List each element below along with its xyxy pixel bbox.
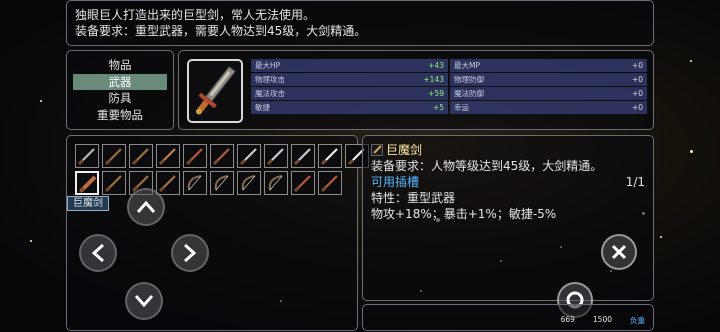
chevron-up-icon <box>136 200 156 213</box>
stat-physical-attack: 物理攻击 +143 <box>251 73 448 86</box>
bow-icon <box>241 175 256 191</box>
inventory-slot[interactable] <box>237 171 261 195</box>
inventory-slot[interactable] <box>183 144 207 168</box>
inventory-slot[interactable] <box>318 144 342 168</box>
stats-table: 最大HP +43 最大MP +0 物理攻击 +143 物理防御 +0 魔法攻击 +59 魔… <box>251 59 649 115</box>
item-detail-panel: 巨魔剑 装备要求：人物等级达到45级，大剑精通。 可用插槽 1/1 特性：重型武… <box>362 135 654 318</box>
chevron-left-icon <box>91 243 104 263</box>
inventory-slot[interactable] <box>75 144 99 168</box>
great-sword-icon <box>78 175 97 194</box>
slots-label: 可用插槽 <box>371 175 420 189</box>
item-requirement: 装备要求：人物等级达到45级，大剑精通。 <box>371 159 603 173</box>
stat-max-hp: 最大HP +43 <box>251 59 448 72</box>
inventory-slot[interactable] <box>237 144 261 168</box>
inventory-slot[interactable] <box>156 171 180 195</box>
stat-magic-attack: 魔法攻击 +59 <box>251 87 448 100</box>
dpad-down-button[interactable] <box>125 282 163 320</box>
dpad-left-button[interactable] <box>79 234 117 272</box>
stats-row: 最大HP +43 最大MP +0 <box>251 59 649 72</box>
category-menu: 物品 武器 防具 重要物品 <box>66 50 174 130</box>
white-sword-icon <box>320 148 338 166</box>
inventory-slot[interactable] <box>183 171 207 195</box>
weight-label: 负重 <box>630 316 645 325</box>
item-name: 巨魔剑 <box>386 143 423 157</box>
steel-sword-icon <box>293 148 311 166</box>
long-spear-icon <box>104 175 122 193</box>
inventory-slot[interactable] <box>102 171 126 195</box>
category-items[interactable]: 物品 <box>73 57 167 74</box>
dpad-up-button[interactable] <box>127 188 165 226</box>
inventory-slot[interactable] <box>318 171 342 195</box>
inventory-slot[interactable] <box>210 144 234 168</box>
description-line-1: 独眼巨人打造出来的巨型剑，常人无法使用。 <box>75 8 316 22</box>
category-key-items[interactable]: 重要物品 <box>73 107 167 124</box>
stats-row: 敏捷 +5 幸运 +0 <box>251 101 649 114</box>
inventory-slot[interactable] <box>291 144 315 168</box>
red-sword-icon <box>320 175 338 193</box>
inventory-slot[interactable] <box>210 171 234 195</box>
category-weapons[interactable]: 武器 <box>73 73 167 90</box>
chevron-right-icon <box>184 243 197 263</box>
steel-sword-icon <box>239 148 257 166</box>
item-slots-row: 可用插槽 1/1 <box>371 174 645 190</box>
item-effects: 物攻+18%；暴击+1%；敏捷-5% <box>371 207 557 221</box>
slots-count: 1/1 <box>625 175 645 189</box>
dpad-right-button[interactable] <box>171 234 209 272</box>
item-description-panel: 独眼巨人打造出来的巨型剑，常人无法使用。 装备要求：重型武器，需要人物达到45级… <box>66 0 654 46</box>
bow-icon <box>268 175 283 191</box>
red-sword-icon <box>212 148 230 166</box>
category-armor[interactable]: 防具 <box>73 90 167 107</box>
inventory-slot[interactable] <box>264 171 288 195</box>
inventory-slot[interactable] <box>129 144 153 168</box>
long-spear-icon <box>158 175 176 193</box>
long-spear-icon <box>131 148 149 166</box>
stat-magic-defense: 魔法防御 +0 <box>450 87 647 100</box>
great-sword-icon <box>195 65 237 115</box>
weight-current: 669 <box>560 315 575 324</box>
stat-luck: 幸运 +0 <box>450 101 647 114</box>
dagger-icon <box>158 148 176 166</box>
steel-sword-icon <box>266 148 284 166</box>
stats-row: 物理攻击 +143 物理防御 +0 <box>251 73 649 86</box>
stats-panel: 最大HP +43 最大MP +0 物理攻击 +143 物理防御 +0 魔法攻击 +59 魔… <box>178 50 654 130</box>
stat-max-mp: 最大MP +0 <box>450 59 647 72</box>
inventory-slot[interactable] <box>156 144 180 168</box>
sword-icon <box>371 144 383 156</box>
weight-footer: 669 1500 负重 <box>362 304 654 331</box>
inventory-slot[interactable] <box>291 171 315 195</box>
description-line-2: 装备要求：重型武器，需要人物达到45级，大剑精通。 <box>75 24 367 38</box>
inventory-slot[interactable] <box>75 171 99 195</box>
wooden-staff-icon <box>104 148 122 166</box>
red-sword-icon <box>293 175 311 193</box>
item-trait: 特性：重型武器 <box>371 191 456 205</box>
close-button[interactable] <box>601 234 637 270</box>
bow-icon <box>214 175 229 191</box>
weight-max: 1500 <box>592 315 612 324</box>
spear-icon <box>77 148 95 166</box>
bow-icon <box>187 175 202 191</box>
red-sword-icon <box>185 148 203 166</box>
stat-physical-defense: 物理防御 +0 <box>450 73 647 86</box>
weight-info: 669 1500 负重 <box>561 315 645 326</box>
item-tooltip: 巨魔剑 <box>67 196 109 211</box>
inventory-slot[interactable] <box>102 144 126 168</box>
inventory-slot[interactable] <box>264 144 288 168</box>
item-name-row: 巨魔剑 <box>371 142 645 158</box>
item-thumbnail <box>187 59 243 123</box>
close-icon <box>611 244 627 260</box>
chevron-down-icon <box>134 295 154 308</box>
inventory-grid: 巨魔剑 <box>66 135 369 331</box>
stat-agility: 敏捷 +5 <box>251 101 448 114</box>
stats-row: 魔法攻击 +59 魔法防御 +0 <box>251 87 649 100</box>
